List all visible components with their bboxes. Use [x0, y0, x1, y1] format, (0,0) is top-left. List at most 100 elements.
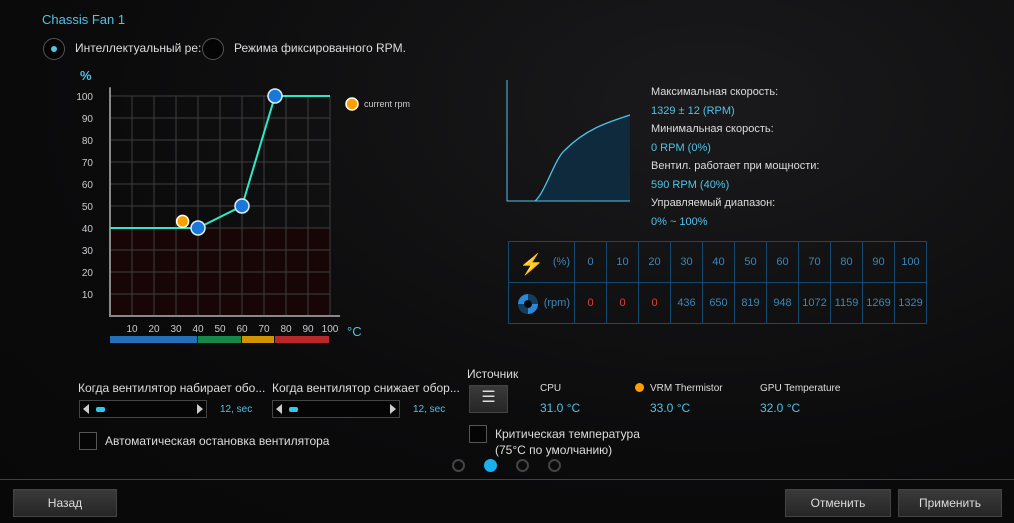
rpm-label: (rpm)	[543, 297, 570, 309]
slider-thumb[interactable]	[96, 407, 105, 412]
rpm-curve-preview	[506, 80, 631, 202]
sensor-name[interactable]: CPU	[540, 383, 561, 394]
y-axis-label: %	[80, 68, 92, 83]
y-tick-label: 90	[82, 114, 94, 125]
x-axis-label: °C	[347, 324, 362, 339]
footer-divider	[0, 479, 1014, 480]
arrow-left-icon[interactable]	[83, 404, 89, 414]
pct-cell: 40	[702, 241, 735, 283]
x-tick-label: 60	[236, 324, 248, 335]
page-dot-1[interactable]	[452, 459, 465, 472]
y-tick-label: 30	[82, 246, 94, 257]
pct-label: (%)	[552, 256, 570, 268]
sensor-value: 32.0 °C	[760, 401, 801, 415]
curve-control-point[interactable]	[190, 220, 206, 236]
y-tick-label: 40	[82, 224, 94, 235]
spindown-label: Когда вентилятор снижает обор...	[272, 381, 460, 395]
temperature-zone-bar	[275, 336, 329, 343]
power-header: ⚡ (%)	[508, 241, 575, 283]
y-tick-label: 10	[82, 290, 94, 301]
rpm-header: (rpm)	[508, 282, 575, 324]
rpm-cell: 819	[734, 282, 767, 324]
range-label: Управляемый диапазон:	[651, 197, 776, 209]
pct-cell: 90	[862, 241, 895, 283]
x-tick-label: 30	[170, 324, 182, 335]
rpm-table: ⚡ (%) 0 10 20 30 40 50 60 70 80 90 100 (rpm) 0 0 0 436 65…	[508, 241, 927, 324]
arrow-right-icon[interactable]	[197, 404, 203, 414]
max-speed-label: Максимальная скорость:	[651, 86, 779, 98]
auto-stop-label: Автоматическая остановка вентилятора	[105, 434, 330, 448]
y-tick-label: 70	[82, 158, 94, 169]
page-dot-3[interactable]	[516, 459, 529, 472]
x-tick-label: 50	[214, 324, 226, 335]
fan-title: Chassis Fan 1	[42, 12, 126, 27]
y-tick-label: 60	[82, 180, 94, 191]
pct-cell: 70	[798, 241, 831, 283]
temperature-zone-bar	[110, 336, 197, 343]
start-power-label: Вентил. работает при мощности:	[651, 160, 820, 172]
x-tick-label: 90	[302, 324, 314, 335]
y-tick-label: 20	[82, 268, 94, 279]
pct-cell: 50	[734, 241, 767, 283]
lightning-icon: ⚡	[519, 254, 544, 276]
arrow-right-icon[interactable]	[390, 404, 396, 414]
x-tick-label: 20	[148, 324, 160, 335]
curve-control-point[interactable]	[234, 198, 250, 214]
slider-thumb[interactable]	[289, 407, 298, 412]
critical-temp-default: (75°C по умолчанию)	[495, 443, 613, 457]
sensor-name[interactable]: VRM Thermistor	[650, 383, 723, 394]
rpm-cell: 650	[702, 282, 735, 324]
y-tick-label: 100	[76, 92, 93, 103]
min-speed-value: 0 RPM (0%)	[651, 141, 711, 154]
sensor-name[interactable]: GPU Temperature	[760, 383, 840, 394]
pct-cell: 60	[766, 241, 799, 283]
active-sensor-icon	[635, 383, 644, 392]
current-rpm-point	[175, 214, 190, 229]
critical-temp-checkbox[interactable]	[469, 425, 487, 443]
rpm-cell: 1329	[894, 282, 927, 324]
pct-cell: 0	[574, 241, 607, 283]
back-button[interactable]: Назад	[13, 489, 117, 517]
fan-icon	[518, 294, 538, 314]
page-dot-4[interactable]	[548, 459, 561, 472]
spindown-value: 12, sec	[413, 404, 446, 415]
fan-info: Максимальная скорость: 1329 ± 12 (RPM) М…	[651, 83, 819, 231]
min-speed-label: Минимальная скорость:	[651, 123, 774, 135]
pct-cell: 30	[670, 241, 703, 283]
source-list-button[interactable]: ☰	[469, 385, 508, 413]
pct-cell: 20	[638, 241, 671, 283]
rpm-cell: 0	[606, 282, 639, 324]
sensor-value: 31.0 °C	[540, 401, 581, 415]
temperature-zone-bar	[242, 336, 274, 343]
rpm-cell: 948	[766, 282, 799, 324]
spindown-slider[interactable]	[272, 400, 400, 418]
legend-current-icon	[345, 97, 359, 111]
source-label: Источник	[467, 367, 519, 381]
rpm-cell: 0	[638, 282, 671, 324]
rpm-cell: 1159	[830, 282, 863, 324]
pct-cell: 100	[894, 241, 927, 283]
spinup-slider[interactable]	[79, 400, 207, 418]
pct-cell: 80	[830, 241, 863, 283]
auto-stop-checkbox[interactable]	[79, 432, 97, 450]
spinup-label: Когда вентилятор набирает обо...	[78, 381, 266, 395]
y-tick-label: 50	[82, 202, 94, 213]
x-tick-label: 80	[280, 324, 292, 335]
pct-cell: 10	[606, 241, 639, 283]
apply-button[interactable]: Применить	[898, 489, 1002, 517]
arrow-left-icon[interactable]	[276, 404, 282, 414]
fan-curve-chart[interactable]: % °C 100 90 80 70 60 50 40 30 20 10 10 20 30 40 50 60 70 80…	[0, 60, 480, 350]
sensor-value: 33.0 °C	[650, 401, 691, 415]
smart-mode-radio[interactable]	[43, 38, 65, 60]
temperature-zone-bar	[198, 336, 241, 343]
curve-control-point[interactable]	[267, 88, 283, 104]
page-dot-2[interactable]	[484, 459, 497, 472]
cancel-button[interactable]: Отменить	[785, 489, 891, 517]
smart-mode-label: Интеллектуальный ре:	[75, 41, 202, 55]
spinup-value: 12, sec	[220, 404, 253, 415]
legend-current-label: current rpm	[364, 99, 410, 109]
rpm-cell: 436	[670, 282, 703, 324]
rpm-cell: 1072	[798, 282, 831, 324]
fixed-rpm-radio[interactable]	[202, 38, 224, 60]
rpm-cell: 0	[574, 282, 607, 324]
